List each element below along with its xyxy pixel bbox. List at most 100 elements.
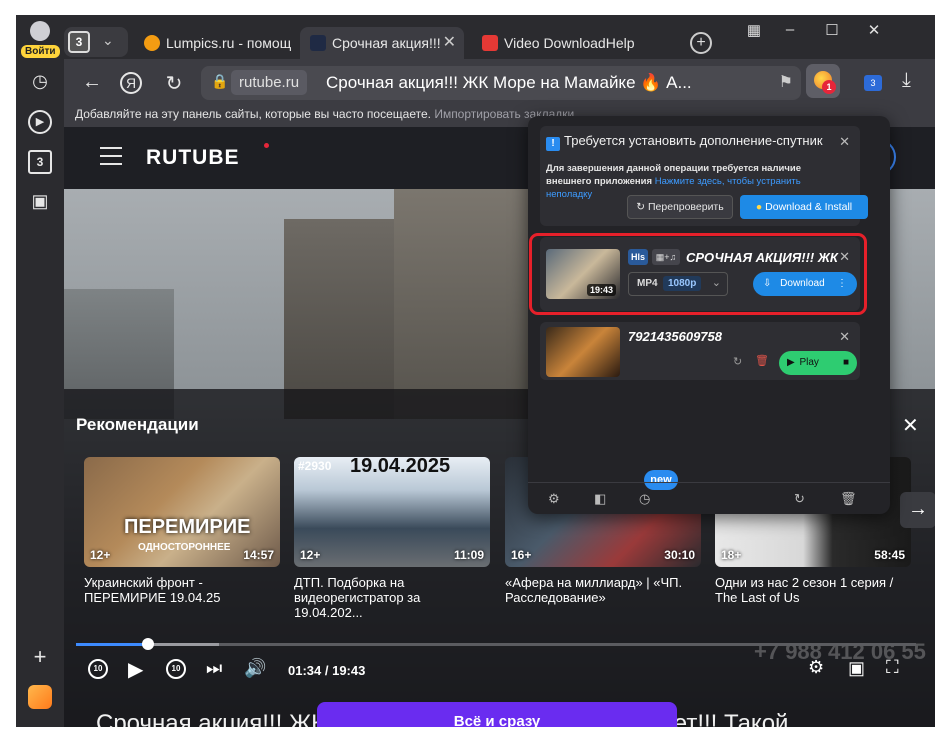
- forward-10-icon[interactable]: 10: [166, 659, 186, 679]
- promo-button[interactable]: Всё и сразу: [317, 702, 677, 727]
- video-thumbnail[interactable]: #2930 19.04.2025 12+ 11:09: [294, 457, 490, 567]
- maximize-icon[interactable]: ☐: [822, 21, 842, 39]
- rewind-10-icon[interactable]: 10: [88, 659, 108, 679]
- close-icon[interactable]: ✕: [839, 134, 850, 150]
- age-rating: 12+: [300, 548, 321, 562]
- next-video-icon[interactable]: ⏭: [206, 658, 222, 679]
- age-rating: 12+: [90, 548, 111, 562]
- vdh-favicon-icon: [482, 35, 498, 51]
- lumpics-favicon-icon: [144, 35, 160, 51]
- tab-label: Video DownloadHelp: [504, 35, 635, 51]
- lock-icon[interactable]: 🔒: [211, 73, 228, 90]
- fullscreen-icon[interactable]: ⛶: [886, 657, 899, 678]
- tab-count: 3: [68, 31, 90, 53]
- info-icon: !: [546, 137, 560, 151]
- settings-gear-icon[interactable]: ⚙: [548, 491, 560, 507]
- chevron-down-icon: ⌄: [102, 32, 114, 48]
- tab-group-button[interactable]: 3 ⌄: [64, 27, 128, 57]
- next-recommendations-button[interactable]: →: [900, 492, 935, 528]
- close-icon[interactable]: ✕: [902, 413, 919, 438]
- volume-icon[interactable]: 🔊: [244, 658, 266, 679]
- card-title[interactable]: Украинский фронт - ПЕРЕМИРИЕ 19.04.25: [84, 575, 280, 605]
- recommendation-card[interactable]: #2930 19.04.2025 12+ 11:09 ДТП. Подборка…: [294, 457, 490, 620]
- extension-icon[interactable]: 3: [864, 75, 882, 91]
- download-install-button[interactable]: ● Download & Install: [740, 195, 868, 219]
- bookmark-panel-icon[interactable]: ▦: [744, 21, 764, 39]
- login-button[interactable]: Войти: [21, 19, 60, 61]
- logo-dot: [264, 143, 269, 148]
- refresh-icon[interactable]: ↻: [733, 355, 742, 368]
- address-bar[interactable]: 🔒 rutube.ru Срочная акция!!! ЖК Море на …: [201, 66, 801, 100]
- thumbnail-number: #2930: [298, 459, 332, 473]
- vdh-icon: ●: [755, 201, 766, 213]
- reload-icon[interactable]: ↻: [162, 71, 186, 96]
- card-title[interactable]: ДТП. Подборка на видеорегистратор за 19.…: [294, 575, 490, 620]
- tabs-count-icon[interactable]: 3: [28, 150, 52, 174]
- history-icon[interactable]: ◷: [639, 491, 650, 507]
- video-downloadhelper-extension-button[interactable]: 1: [806, 64, 840, 98]
- tab-lumpics[interactable]: Lumpics.ru - помощ: [134, 27, 294, 59]
- minimize-icon[interactable]: –: [780, 21, 800, 38]
- sidebar-rail: Войти ◷ ▶ 3 ▣ +: [16, 15, 64, 727]
- new-tab-button[interactable]: +: [690, 32, 712, 54]
- yandex-icon[interactable]: Я: [120, 72, 142, 94]
- bookmarks-hint: Добавляйте на эту панель сайты, которые …: [75, 107, 431, 121]
- settings-gear-icon[interactable]: ⚙: [808, 657, 824, 678]
- menu-icon[interactable]: [100, 147, 122, 171]
- bookmark-icon[interactable]: ⚑: [779, 72, 793, 92]
- highlight-frame: [529, 233, 867, 315]
- close-window-icon[interactable]: ✕: [864, 21, 884, 39]
- companion-notice: ! Требуется установить дополнение-спутник…: [540, 126, 868, 226]
- play-circle-icon: ▶: [787, 357, 798, 368]
- played-bar: [76, 643, 149, 646]
- screenshot-icon[interactable]: ▣: [28, 189, 52, 213]
- play-circle-icon[interactable]: ▶: [28, 110, 52, 134]
- recheck-button[interactable]: ↻ Перепроверить: [627, 195, 733, 219]
- address-page-title: Срочная акция!!! ЖК Море на Мамайке 🔥 А.…: [326, 73, 692, 92]
- playback-time: 01:34 / 19:43: [288, 663, 366, 678]
- notice-title: Требуется установить дополнение-спутник: [564, 133, 823, 148]
- tab-label: Lumpics.ru - помощ: [166, 35, 292, 51]
- recommendation-card[interactable]: ПЕРЕМИРИЕ ОДНОСТОРОННЕЕ 12+ 14:57 Украин…: [84, 457, 280, 605]
- play-button[interactable]: ▶ Play ■: [779, 351, 857, 375]
- navigation-bar: ← Я ↻ 🔒 rutube.ru Срочная акция!!! ЖК Мо…: [64, 59, 935, 107]
- history-icon[interactable]: ◷: [28, 69, 52, 93]
- duration-badge: 11:09: [453, 548, 484, 562]
- duration-badge: 30:10: [664, 548, 695, 562]
- play-icon[interactable]: ▶: [128, 657, 143, 682]
- notice-header: ! Требуется установить дополнение-спутник: [546, 133, 823, 151]
- close-icon[interactable]: ✕: [839, 329, 850, 345]
- picture-in-picture-icon[interactable]: ▣: [848, 658, 865, 679]
- login-label: Войти: [21, 45, 60, 58]
- sidebar-view-icon[interactable]: ◧: [594, 491, 606, 507]
- thumbnail-date: 19.04.2025: [350, 457, 451, 477]
- close-tab-icon[interactable]: ✕: [443, 27, 456, 59]
- video-progress-bar[interactable]: [76, 638, 916, 650]
- folder-icon[interactable]: ■: [843, 351, 849, 375]
- clear-trash-icon[interactable]: 🗑: [840, 491, 857, 507]
- thumbnail-caption: ПЕРЕМИРИЕ: [124, 516, 251, 538]
- tab-rutube[interactable]: Срочная акция!!! ✕: [300, 27, 464, 59]
- media-item[interactable]: 7921435609758 ✕ ↻ 🗑 ▶ Play ■: [540, 322, 860, 380]
- vdh-popup: ! Требуется установить дополнение-спутник…: [528, 116, 890, 514]
- refresh-icon[interactable]: ↻: [794, 491, 805, 507]
- tab-strip: 3 ⌄ Lumpics.ru - помощ Срочная акция!!! …: [64, 15, 935, 59]
- rutube-logo[interactable]: RUTUBE: [146, 146, 240, 170]
- card-title[interactable]: Одни из нас 2 сезон 1 серия / The Last o…: [715, 575, 911, 605]
- thumbnail-subcaption: ОДНОСТОРОННЕЕ: [138, 542, 231, 553]
- add-icon[interactable]: +: [28, 645, 52, 669]
- age-rating: 18+: [721, 548, 742, 562]
- address-domain: rutube.ru: [231, 70, 308, 95]
- back-icon[interactable]: ←: [80, 71, 104, 94]
- media-thumbnail: [546, 327, 620, 377]
- browser-window: Войти ◷ ▶ 3 ▣ + 3 ⌄ Lumpics.ru - помощ С…: [16, 15, 935, 727]
- video-thumbnail[interactable]: ПЕРЕМИРИЕ ОДНОСТОРОННЕЕ 12+ 14:57: [84, 457, 280, 567]
- tab-videodownloadhelper[interactable]: Video DownloadHelp: [472, 27, 640, 59]
- media-title: 7921435609758: [628, 329, 722, 344]
- popup-footer-divider: [528, 482, 890, 483]
- extension-badge: 1: [822, 80, 836, 94]
- zen-app-icon[interactable]: [28, 685, 52, 709]
- download-icon[interactable]: ⤓: [902, 69, 911, 92]
- card-title[interactable]: «Афера на миллиард» | «ЧП. Расследование…: [505, 575, 701, 605]
- delete-icon[interactable]: 🗑: [755, 354, 769, 367]
